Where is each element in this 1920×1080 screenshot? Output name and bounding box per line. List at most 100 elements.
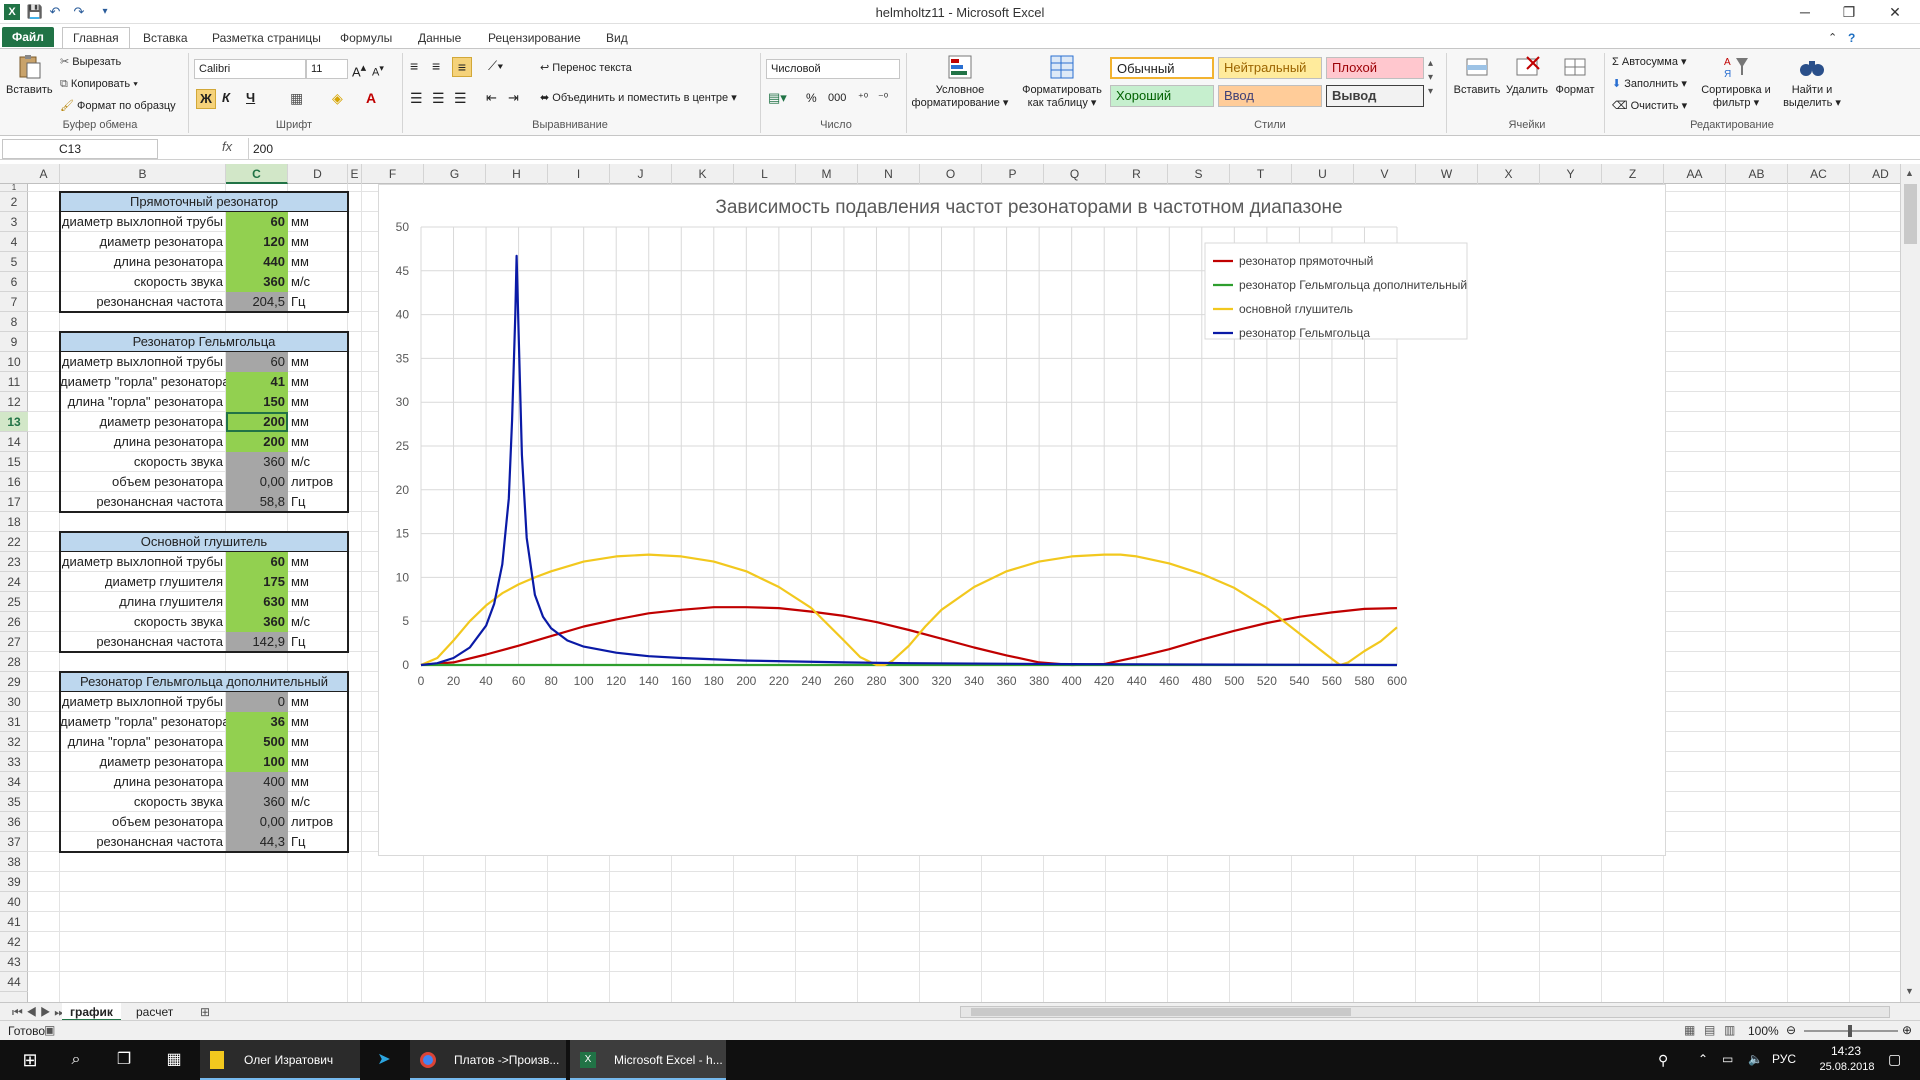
sheet-tab-raschet[interactable]: расчет xyxy=(128,1003,181,1021)
param-value[interactable]: 41 xyxy=(226,372,288,392)
row-header-38[interactable]: 38 xyxy=(0,852,28,872)
tray-expand-icon[interactable]: ⌃ xyxy=(1698,1052,1708,1066)
param-value[interactable]: 60 xyxy=(226,552,288,572)
row-header-9[interactable]: 9 xyxy=(0,332,28,352)
param-value[interactable]: 0,00 xyxy=(226,812,288,832)
tab-data[interactable]: Данные xyxy=(408,28,471,48)
param-value[interactable]: 440 xyxy=(226,252,288,272)
taskbar-app-chrome[interactable]: Платов ->Произв... xyxy=(410,1040,566,1080)
style-output[interactable]: Вывод xyxy=(1326,85,1424,107)
find-select-button[interactable]: Найти и выделить ▾ xyxy=(1774,53,1850,110)
page-layout-view-icon[interactable]: ▤ xyxy=(1704,1023,1715,1037)
style-normal[interactable]: Обычный xyxy=(1110,57,1214,79)
fx-icon[interactable]: fx xyxy=(222,139,232,154)
row-header-18[interactable]: 18 xyxy=(0,512,28,532)
hscroll-thumb[interactable] xyxy=(971,1008,1351,1016)
param-value[interactable]: 60 xyxy=(226,212,288,232)
param-value[interactable]: 0 xyxy=(226,692,288,712)
row-header-43[interactable]: 43 xyxy=(0,952,28,972)
row-header-41[interactable]: 41 xyxy=(0,912,28,932)
number-format-select[interactable]: Числовой xyxy=(766,59,900,79)
font-color-icon[interactable]: A xyxy=(366,91,376,105)
align-right-icon[interactable]: ☰ xyxy=(454,91,467,105)
param-value[interactable]: 360 xyxy=(226,452,288,472)
row-header-33[interactable]: 33 xyxy=(0,752,28,772)
thousands-button[interactable]: 000 xyxy=(828,91,846,105)
column-header-N[interactable]: N xyxy=(858,164,920,184)
row-header-17[interactable]: 17 xyxy=(0,492,28,512)
page-break-view-icon[interactable]: ▥ xyxy=(1724,1023,1735,1037)
search-icon[interactable]: ⌕ xyxy=(58,1040,94,1080)
column-header-D[interactable]: D xyxy=(288,164,348,184)
underline-button[interactable]: Ч xyxy=(246,91,255,105)
font-size-select[interactable]: 11 xyxy=(306,59,348,79)
increase-decimal-icon[interactable]: ⁺⁰ xyxy=(858,91,868,105)
decrease-indent-icon[interactable]: ⇤ xyxy=(486,91,497,105)
format-as-table-button[interactable]: Форматировать как таблицу ▾ xyxy=(1014,53,1110,110)
column-header-AC[interactable]: AC xyxy=(1788,164,1850,184)
row-header-13[interactable]: 13 xyxy=(0,412,28,432)
vertical-scrollbar[interactable]: ▲ ▼ xyxy=(1900,164,1920,1002)
param-value[interactable]: 120 xyxy=(226,232,288,252)
fill-button[interactable]: ⬇ Заполнить ▾ xyxy=(1612,77,1687,91)
column-header-K[interactable]: K xyxy=(672,164,734,184)
task-view-icon[interactable]: ❐ xyxy=(106,1040,142,1080)
row-header-32[interactable]: 32 xyxy=(0,732,28,752)
taskbar-app-excel[interactable]: X Microsoft Excel - h... xyxy=(570,1040,726,1080)
row-header-44[interactable]: 44 xyxy=(0,972,28,992)
zoom-out-icon[interactable]: ⊖ xyxy=(1786,1023,1796,1037)
column-header-U[interactable]: U xyxy=(1292,164,1354,184)
style-neutral[interactable]: Нейтральный xyxy=(1218,57,1322,79)
orientation-icon[interactable]: ⟋▾ xyxy=(488,59,503,73)
formula-input[interactable]: 200 xyxy=(248,138,1908,160)
row-header-11[interactable]: 11 xyxy=(0,372,28,392)
column-header-R[interactable]: R xyxy=(1106,164,1168,184)
close-icon[interactable]: ✕ xyxy=(1880,2,1910,22)
italic-button[interactable]: К xyxy=(222,91,230,105)
column-header-X[interactable]: X xyxy=(1478,164,1540,184)
param-value[interactable]: 142,9 xyxy=(226,632,288,652)
row-header-7[interactable]: 7 xyxy=(0,292,28,312)
increase-indent-icon[interactable]: ⇥ xyxy=(508,91,519,105)
paste-button[interactable]: Вставить xyxy=(6,53,53,97)
column-header-T[interactable]: T xyxy=(1230,164,1292,184)
row-header-26[interactable]: 26 xyxy=(0,612,28,632)
normal-view-icon[interactable]: ▦ xyxy=(1684,1023,1695,1037)
column-header-AA[interactable]: AA xyxy=(1664,164,1726,184)
column-header-B[interactable]: B xyxy=(60,164,226,184)
param-value[interactable]: 150 xyxy=(226,392,288,412)
align-top-icon[interactable]: ≡ xyxy=(410,59,418,73)
cut-button[interactable]: ✂ Вырезать xyxy=(60,55,121,69)
percent-button[interactable]: % xyxy=(806,91,817,105)
column-header-AB[interactable]: AB xyxy=(1726,164,1788,184)
name-box[interactable]: C13 xyxy=(2,139,158,159)
horizontal-scrollbar[interactable] xyxy=(960,1006,1890,1018)
param-value[interactable]: 360 xyxy=(226,792,288,812)
row-header-37[interactable]: 37 xyxy=(0,832,28,852)
borders-icon[interactable]: ▦ xyxy=(290,91,303,105)
telegram-icon[interactable]: ➤ xyxy=(366,1040,402,1080)
column-header-H[interactable]: H xyxy=(486,164,548,184)
help-icon[interactable]: ? xyxy=(1838,28,1865,48)
row-header-40[interactable]: 40 xyxy=(0,892,28,912)
row-header-16[interactable]: 16 xyxy=(0,472,28,492)
column-header-W[interactable]: W xyxy=(1416,164,1478,184)
chart-area[interactable]: Зависимость подавления частот резонатора… xyxy=(378,184,1666,856)
zoom-in-icon[interactable]: ⊕ xyxy=(1902,1023,1912,1037)
wrap-text-button[interactable]: ↩ Перенос текста xyxy=(540,61,632,75)
align-center-icon[interactable]: ☰ xyxy=(432,91,445,105)
param-value[interactable]: 360 xyxy=(226,272,288,292)
param-value[interactable]: 630 xyxy=(226,592,288,612)
row-header-6[interactable]: 6 xyxy=(0,272,28,292)
param-value[interactable]: 400 xyxy=(226,772,288,792)
row-header-1[interactable]: 1 xyxy=(0,184,28,192)
row-header-14[interactable]: 14 xyxy=(0,432,28,452)
calculator-icon[interactable]: ▦ xyxy=(156,1040,192,1080)
tab-file[interactable]: Файл xyxy=(2,27,54,47)
param-value[interactable]: 360 xyxy=(226,612,288,632)
zoom-slider-thumb[interactable] xyxy=(1848,1025,1852,1037)
column-header-G[interactable]: G xyxy=(424,164,486,184)
tab-page-layout[interactable]: Разметка страницы xyxy=(202,28,331,48)
row-header-25[interactable]: 25 xyxy=(0,592,28,612)
row-header-36[interactable]: 36 xyxy=(0,812,28,832)
